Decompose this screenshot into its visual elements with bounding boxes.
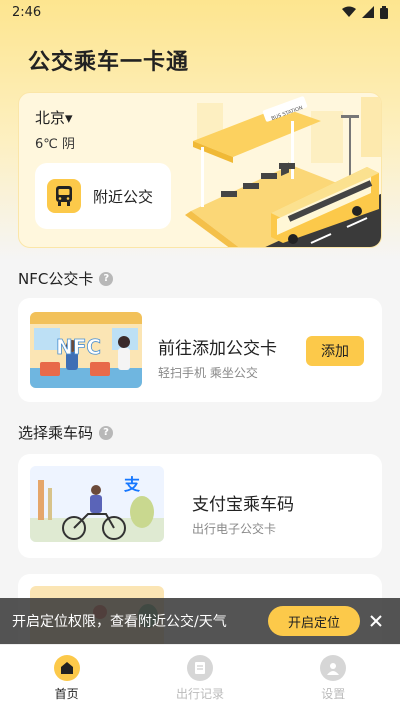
- hero-card: 北京▾ 6℃ 阴 附近公交 BUS STATION: [18, 92, 382, 248]
- nearby-bus-label: 附近公交: [93, 187, 154, 206]
- alipay-card-title: 支付宝乘车码: [192, 495, 294, 515]
- battery-icon: [380, 5, 388, 19]
- bottom-navigation: 首页 出行记录 设置: [0, 644, 400, 712]
- nfc-card-title: 前往添加公交卡: [158, 339, 277, 359]
- nav-item-records[interactable]: 出行记录: [140, 655, 260, 702]
- code-section-label: 选择乘车码: [18, 424, 94, 442]
- nav-item-home[interactable]: 首页: [7, 655, 127, 702]
- code-section-title: 选择乘车码 ?: [18, 422, 114, 443]
- nearby-bus-button[interactable]: 附近公交: [35, 163, 171, 229]
- weather-text: 6℃ 阴: [35, 137, 76, 152]
- nfc-card-subtitle: 轻扫手机 乘坐公交: [158, 366, 258, 380]
- alipay-card[interactable]: 支 支付宝乘车码 出行电子公交卡: [18, 454, 382, 558]
- nav-label-settings: 设置: [321, 687, 346, 701]
- enable-location-button[interactable]: 开启定位: [268, 606, 360, 636]
- alipay-logo: 支: [123, 475, 141, 494]
- city-selector[interactable]: 北京▾: [35, 107, 73, 128]
- bus-icon: [47, 179, 81, 213]
- alipay-thumbnail: 支: [30, 466, 164, 542]
- bus-station-illustration: BUS STATION: [185, 96, 381, 247]
- signal-icon: [362, 6, 374, 18]
- nfc-card[interactable]: NFC 前往添加公交卡 轻扫手机 乘坐公交 添加: [18, 298, 382, 402]
- toast-message: 开启定位权限，查看附近公交/天气: [12, 614, 227, 630]
- nav-label-home: 首页: [54, 687, 79, 701]
- location-permission-toast: 开启定位权限，查看附近公交/天气 开启定位: [0, 598, 400, 644]
- app-title: 公交乘车一卡通: [28, 50, 190, 75]
- nav-label-records: 出行记录: [175, 687, 224, 701]
- nfc-thumbnail: NFC: [30, 312, 142, 388]
- nfc-section-label: NFC公交卡: [18, 270, 94, 288]
- nfc-thumb-text: NFC: [56, 335, 101, 359]
- add-card-button[interactable]: 添加: [306, 336, 364, 366]
- home-icon: [53, 655, 80, 681]
- alipay-card-subtitle: 出行电子公交卡: [192, 522, 277, 536]
- help-icon[interactable]: ?: [99, 271, 114, 286]
- nfc-section-title: NFC公交卡 ?: [18, 268, 114, 289]
- nav-item-settings[interactable]: 设置: [273, 655, 393, 702]
- close-icon[interactable]: [366, 611, 386, 631]
- record-icon: [186, 655, 213, 681]
- profile-icon: [320, 655, 347, 681]
- wifi-icon: [342, 6, 356, 17]
- status-time: 2:46: [12, 4, 42, 20]
- status-bar: 2:46: [0, 0, 400, 24]
- help-icon[interactable]: ?: [99, 425, 114, 440]
